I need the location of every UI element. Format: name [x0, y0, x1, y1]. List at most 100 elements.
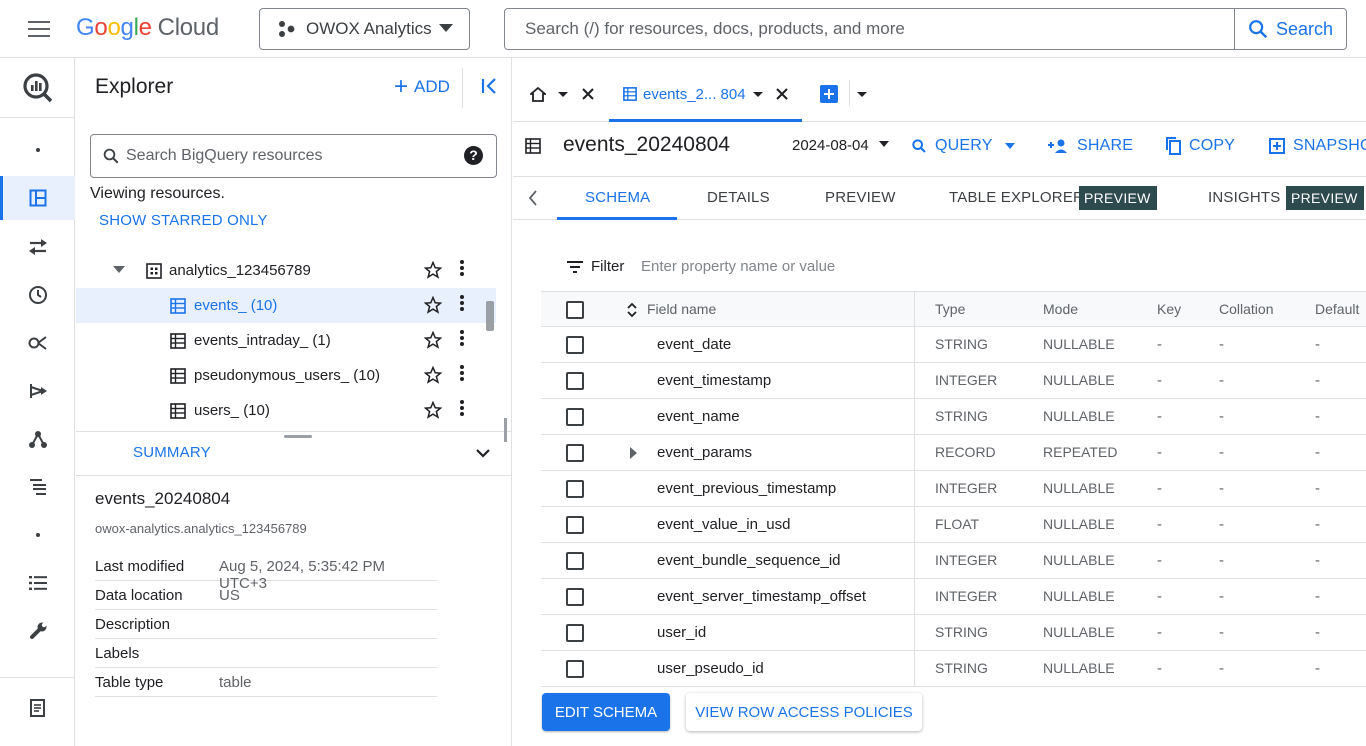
row-checkbox[interactable]	[566, 660, 584, 678]
analytics-hub-icon[interactable]	[0, 321, 75, 365]
chevron-left-icon[interactable]	[527, 189, 539, 207]
more-vert-icon[interactable]	[460, 400, 464, 418]
help-icon[interactable]: ?	[464, 146, 483, 165]
close-icon[interactable]	[581, 87, 595, 101]
home-icon[interactable]	[530, 87, 546, 102]
column-header-collation[interactable]: Collation	[1219, 301, 1273, 317]
row-checkbox[interactable]	[566, 444, 584, 462]
snapshot-icon	[1269, 138, 1285, 154]
select-all-checkbox[interactable]	[566, 301, 584, 319]
row-checkbox[interactable]	[566, 372, 584, 390]
view-row-access-policies-button[interactable]: VIEW ROW ACCESS POLICIES	[686, 693, 922, 731]
share-button[interactable]: SHARE	[1047, 137, 1133, 155]
tree-row-table-selected[interactable]: events_ (10)	[76, 288, 496, 323]
tree-row-table[interactable]: users_ (10)	[76, 393, 496, 428]
column-header-type[interactable]: Type	[935, 301, 965, 317]
collapse-panel-icon[interactable]	[480, 76, 500, 96]
row-checkbox[interactable]	[566, 552, 584, 570]
row-checkbox[interactable]	[566, 588, 584, 606]
expand-arrow-icon[interactable]	[630, 447, 637, 459]
scheduled-queries-clock-icon[interactable]	[0, 273, 75, 317]
column-header-mode[interactable]: Mode	[1043, 301, 1078, 317]
row-checkbox[interactable]	[566, 516, 584, 534]
dataform-icon[interactable]	[0, 417, 75, 461]
tab-insights[interactable]: INSIGHTS	[1208, 189, 1280, 206]
home-tab-caret-icon[interactable]	[558, 92, 568, 97]
schema-field-row[interactable]: event_date STRING NULLABLE - - -	[541, 327, 1366, 363]
tab-caret-icon[interactable]	[753, 92, 763, 97]
bigquery-product-icon[interactable]	[0, 66, 75, 110]
schema-field-row[interactable]: user_pseudo_id STRING NULLABLE - - -	[541, 651, 1366, 687]
more-vert-icon[interactable]	[460, 260, 464, 278]
data-transfers-icon[interactable]	[0, 225, 75, 269]
schema-field-row[interactable]: event_value_in_usd FLOAT NULLABLE - - -	[541, 507, 1366, 543]
star-icon[interactable]	[424, 296, 442, 314]
panel-resize-handle[interactable]	[504, 418, 507, 442]
close-icon[interactable]	[775, 87, 789, 101]
project-selector[interactable]: OWOX Analytics	[259, 8, 470, 50]
star-icon[interactable]	[424, 331, 442, 349]
field-default: -	[1315, 372, 1320, 389]
column-header-key[interactable]: Key	[1157, 301, 1181, 317]
tree-scrollbar[interactable]	[486, 301, 494, 331]
tree-item-label: analytics_123456789	[169, 262, 311, 279]
star-icon[interactable]	[424, 366, 442, 384]
sort-icon[interactable]	[626, 301, 638, 319]
project-name: OWOX Analytics	[306, 19, 432, 38]
query-button[interactable]: QUERY	[911, 137, 1015, 155]
more-vert-icon[interactable]	[460, 295, 464, 313]
field-key: -	[1157, 444, 1162, 461]
column-header-field-name[interactable]: Field name	[647, 301, 716, 317]
schema-field-row[interactable]: event_bundle_sequence_id INTEGER NULLABLE -…	[541, 543, 1366, 579]
star-icon[interactable]	[424, 401, 442, 419]
add-button[interactable]: + ADD	[394, 75, 450, 99]
wrench-icon[interactable]	[0, 609, 75, 653]
field-key: -	[1157, 588, 1162, 605]
schema-field-row[interactable]: event_params RECORD REPEATED - - -	[541, 435, 1366, 471]
google-cloud-logo[interactable]: Google Cloud	[76, 14, 219, 42]
pipelines-icon[interactable]	[0, 369, 75, 413]
tree-row-table[interactable]: events_intraday_ (1)	[76, 323, 496, 358]
more-vert-icon[interactable]	[460, 330, 464, 348]
partition-date-selector[interactable]: 2024-08-04	[792, 137, 889, 154]
release-notes-icon[interactable]	[0, 686, 75, 730]
global-search-input[interactable]	[505, 9, 1234, 49]
filter-input[interactable]	[641, 249, 941, 283]
schema-field-row[interactable]: event_server_timestamp_offset INTEGER NULL…	[541, 579, 1366, 615]
more-vert-icon[interactable]	[460, 365, 464, 383]
snapshot-button[interactable]: SNAPSHOT	[1269, 137, 1366, 155]
edit-schema-button[interactable]: EDIT SCHEMA	[542, 693, 670, 731]
tree-row-table[interactable]: pseudonymous_users_ (10)	[76, 358, 496, 393]
resize-handle[interactable]	[284, 435, 312, 438]
tab-table-explorer[interactable]: TABLE EXPLORER	[949, 189, 1084, 206]
field-key: -	[1157, 336, 1162, 353]
summary-tab[interactable]: SUMMARY	[133, 444, 211, 461]
schema-field-row[interactable]: event_previous_timestamp INTEGER NULLABLE -…	[541, 471, 1366, 507]
new-tab-plus-icon[interactable]	[820, 85, 838, 103]
monitoring-list-icon[interactable]	[0, 561, 75, 605]
search-button[interactable]: Search	[1234, 9, 1346, 49]
hamburger-menu-icon[interactable]	[22, 14, 56, 44]
expand-arrow-icon[interactable]	[113, 266, 125, 273]
new-tab-caret-icon[interactable]	[857, 92, 867, 97]
show-starred-only-link[interactable]: SHOW STARRED ONLY	[99, 212, 268, 229]
row-checkbox[interactable]	[566, 408, 584, 426]
field-name: event_timestamp	[657, 372, 772, 389]
partner-center-icon[interactable]	[0, 465, 75, 509]
chevron-down-icon[interactable]	[474, 446, 492, 460]
row-checkbox[interactable]	[566, 624, 584, 642]
tab-details[interactable]: DETAILS	[707, 189, 770, 206]
schema-field-row[interactable]: user_id STRING NULLABLE - - -	[541, 615, 1366, 651]
schema-field-row[interactable]: event_timestamp INTEGER NULLABLE - - -	[541, 363, 1366, 399]
resource-search-input[interactable]	[125, 135, 455, 177]
tab-preview[interactable]: PREVIEW	[825, 189, 896, 206]
row-checkbox[interactable]	[566, 480, 584, 498]
star-icon[interactable]	[424, 261, 442, 279]
row-checkbox[interactable]	[566, 336, 584, 354]
tree-row-dataset[interactable]: analytics_123456789	[76, 253, 496, 288]
copy-button[interactable]: COPY	[1165, 137, 1235, 155]
schema-field-row[interactable]: event_name STRING NULLABLE - - -	[541, 399, 1366, 435]
studio-icon[interactable]	[0, 176, 75, 220]
tab-schema[interactable]: SCHEMA	[585, 189, 650, 206]
column-header-default[interactable]: Default	[1315, 301, 1359, 317]
